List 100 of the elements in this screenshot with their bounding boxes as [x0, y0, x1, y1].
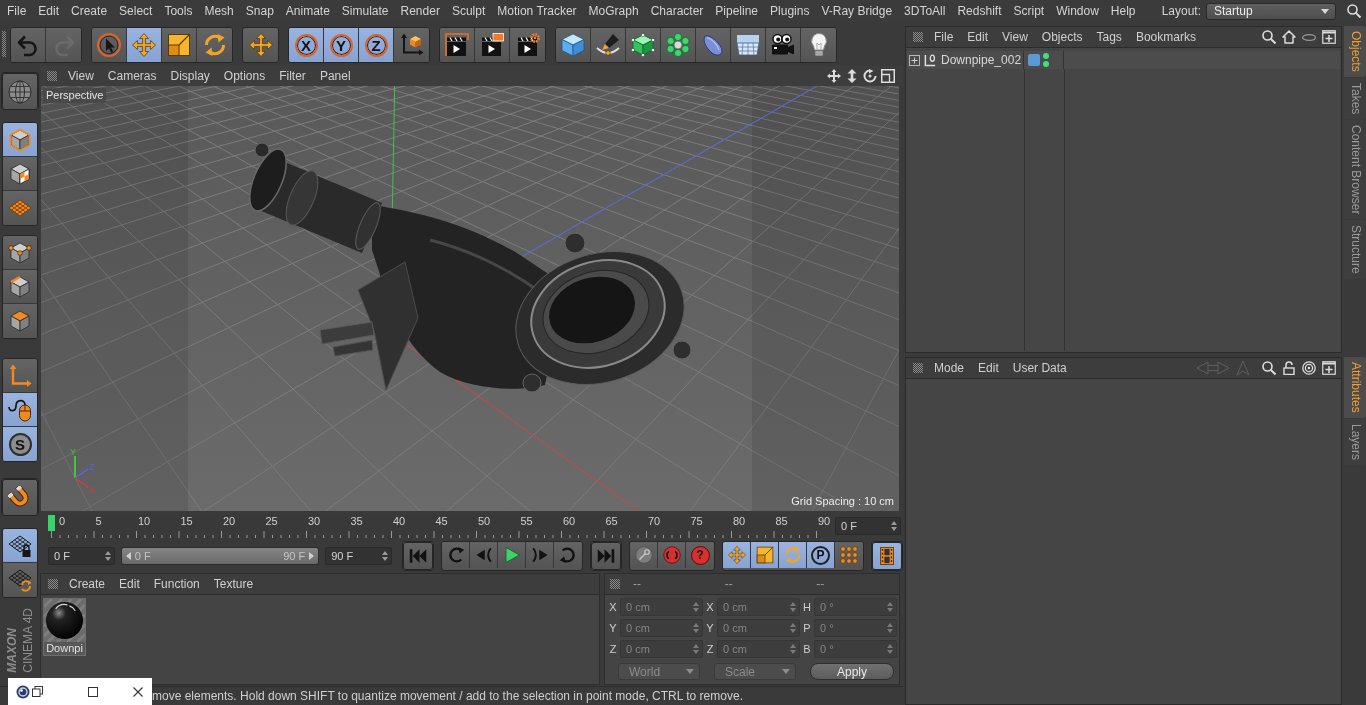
cube-button[interactable] [556, 28, 591, 62]
layout-dropdown[interactable]: Startup [1206, 2, 1336, 20]
menu-item[interactable]: Sculpt [445, 0, 492, 22]
side-tab[interactable]: Structure [1344, 220, 1366, 280]
new-panel-icon[interactable] [1322, 361, 1336, 375]
menu-item[interactable]: Filter [272, 67, 313, 85]
current-frame-field[interactable]: 0 F [835, 516, 901, 535]
menu-item[interactable]: Options [216, 67, 273, 85]
menu-item[interactable]: Create [65, 0, 114, 22]
apply-button[interactable]: Apply [810, 663, 894, 680]
start-frame-field[interactable]: 0 F [48, 547, 115, 565]
key-move-button[interactable] [723, 542, 751, 568]
parameter-key-button[interactable]: P [807, 542, 835, 568]
coordinate-system-button[interactable] [394, 28, 429, 62]
menu-item[interactable]: Pipeline [709, 0, 765, 22]
grip-icon[interactable] [2, 31, 6, 57]
menu-item[interactable]: Edit [971, 359, 1006, 377]
rotate-icon[interactable] [863, 69, 877, 83]
grip-icon[interactable] [48, 579, 58, 589]
oval-icon[interactable] [1302, 33, 1316, 41]
play-button[interactable] [498, 542, 526, 568]
edges-mode-button[interactable] [3, 270, 37, 304]
menu-item[interactable]: MoGraph [582, 0, 645, 22]
cloner-button[interactable] [661, 28, 696, 62]
new-panel-icon[interactable] [1322, 30, 1336, 44]
restore-icon[interactable] [32, 686, 43, 697]
menu-item[interactable]: User Data [1005, 359, 1074, 377]
workplane-rotate-button[interactable] [3, 563, 37, 597]
spinner-icon[interactable] [887, 643, 893, 655]
spinner-icon[interactable] [790, 622, 796, 634]
spinner-icon[interactable] [887, 622, 893, 634]
undo-button[interactable] [11, 28, 46, 62]
end-frame-field[interactable]: 90 F [325, 547, 392, 565]
menu-item[interactable]: Help [1104, 0, 1142, 22]
unlocked-padlock-icon[interactable] [1282, 361, 1296, 375]
move-tool-button[interactable] [127, 28, 162, 62]
grip-icon[interactable] [47, 71, 57, 81]
close-icon[interactable] [133, 686, 143, 697]
menu-item[interactable]: Edit [960, 28, 996, 46]
subdivision-button[interactable] [626, 28, 661, 62]
autokey-button[interactable] [658, 542, 686, 568]
layer-swatch-icon[interactable] [1028, 54, 1040, 66]
axis-lock-button[interactable]: Y [324, 28, 359, 62]
rotate-tool-button[interactable] [197, 28, 232, 62]
key-rotate-button[interactable] [779, 542, 807, 568]
render-visibility-dot-icon[interactable] [1043, 61, 1049, 67]
menu-item[interactable]: Display [163, 67, 217, 85]
menu-item[interactable]: Edit [112, 575, 147, 593]
menu-item[interactable]: Tags [1089, 28, 1129, 46]
step-back-button[interactable] [470, 542, 498, 568]
app-logo-icon[interactable] [16, 684, 30, 699]
up-down-arrow-icon[interactable] [845, 69, 859, 83]
spinner-icon[interactable] [887, 601, 893, 613]
previous-key-button[interactable] [442, 542, 470, 568]
grip-icon[interactable] [913, 32, 923, 42]
right-arrow-icon[interactable] [309, 552, 315, 560]
move-arrows-icon[interactable] [827, 69, 841, 83]
3d-viewport[interactable]: Perspective Y Z X Grid Spacing : 10 cm [41, 86, 899, 511]
spinner-icon[interactable] [693, 622, 699, 634]
scale-tool-button[interactable] [162, 28, 197, 62]
editor-visibility-dot-icon[interactable] [1043, 53, 1049, 59]
menu-item[interactable]: Create [62, 575, 113, 593]
left-arrow-icon[interactable] [125, 552, 131, 560]
material-swatch[interactable]: Downpi [43, 598, 86, 656]
globe-button[interactable] [2, 73, 38, 109]
spinner-icon[interactable] [693, 601, 699, 613]
spinner-icon[interactable] [382, 550, 388, 562]
menu-item[interactable]: Script [1007, 0, 1051, 22]
axis-lock-button[interactable]: X [289, 28, 324, 62]
select-tool-button[interactable] [92, 28, 127, 62]
expand-icon[interactable] [909, 54, 920, 66]
menu-item[interactable]: Mesh [198, 0, 240, 22]
menu-item[interactable]: V-Ray Bridge [815, 0, 899, 22]
question-mark-button[interactable]: ? [686, 542, 714, 568]
floor-button[interactable] [731, 28, 766, 62]
side-tab[interactable]: Layers [1344, 418, 1366, 465]
target-icon[interactable] [1302, 361, 1316, 375]
downpipe-model-drawing[interactable] [249, 142, 692, 393]
camera-button[interactable] [766, 28, 801, 62]
tweak-mode-button[interactable] [3, 393, 37, 427]
menu-item[interactable]: Tools [158, 0, 199, 22]
menu-item[interactable]: View [61, 67, 101, 85]
light-button[interactable] [801, 28, 836, 62]
menu-item[interactable]: Window [1050, 0, 1105, 22]
menu-item[interactable]: Plugins [764, 0, 816, 22]
pen-tool-button[interactable] [591, 28, 626, 62]
side-tab[interactable]: Objects [1344, 26, 1366, 77]
solo-button[interactable]: S [3, 427, 37, 461]
points-mode-button[interactable] [3, 236, 37, 270]
menu-item[interactable]: Render [394, 0, 446, 22]
menu-item[interactable]: Snap [239, 0, 280, 22]
render-settings-button[interactable] [510, 28, 545, 62]
menu-item[interactable]: Redshift [951, 0, 1008, 22]
side-tab[interactable]: Attributes [1344, 357, 1366, 418]
menu-item[interactable]: Edit [32, 0, 66, 22]
menu-item[interactable]: Bookmarks [1128, 28, 1203, 46]
home-icon[interactable] [1282, 30, 1296, 44]
search-icon[interactable] [1262, 361, 1276, 375]
render-viewer-button[interactable] [475, 28, 510, 62]
menu-item[interactable]: Select [113, 0, 159, 22]
